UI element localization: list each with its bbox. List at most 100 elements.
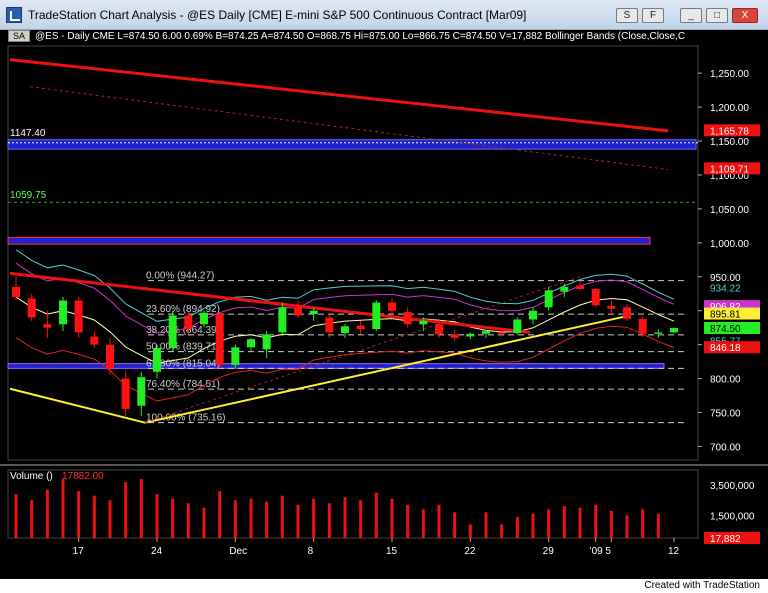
date-tick-label: '09 xyxy=(590,546,603,557)
candle-body xyxy=(59,300,67,325)
symbol-box[interactable]: SA xyxy=(8,30,30,42)
upper-band-level-label: 1147.40 xyxy=(10,128,46,139)
volume-bar xyxy=(453,512,457,538)
volume-indicator-label: Volume () xyxy=(10,471,53,482)
candle-body xyxy=(200,312,208,325)
candle-body xyxy=(309,310,318,315)
tradestation-app-icon xyxy=(6,7,22,23)
date-tick-label: 8 xyxy=(308,546,314,557)
price-chart-svg[interactable]: 0.00% (944.27)23.60% (894.92)38.20% (864… xyxy=(0,30,768,579)
fib-level-label: 38.20% (864.39) xyxy=(146,325,220,336)
price-tick-label: 1,200.00 xyxy=(710,103,749,114)
volume-bar xyxy=(421,509,425,538)
close-button[interactable]: X xyxy=(732,8,758,23)
date-axis: 17 24 Dec 8 15 22 29 '09 5 12 xyxy=(73,538,680,557)
candle-body xyxy=(121,378,130,410)
window-title: TradeStation Chart Analysis - @ES Daily … xyxy=(28,8,527,22)
volume-bar xyxy=(468,524,472,538)
price-tick-label: 700.00 xyxy=(710,442,741,453)
level-1000-band xyxy=(7,236,651,245)
volume-bar xyxy=(343,497,347,538)
price-tag-label: 1,109.71 xyxy=(710,164,749,175)
maximize-button[interactable]: □ xyxy=(706,8,728,23)
volume-bar xyxy=(124,482,128,538)
date-tick-label: 15 xyxy=(386,546,398,557)
date-tick-label: 17 xyxy=(73,546,85,557)
volume-bar xyxy=(515,516,519,538)
volume-bar xyxy=(359,500,363,538)
price-tick-label: 800.00 xyxy=(710,375,741,386)
candle-body xyxy=(654,332,663,334)
candle-body xyxy=(388,302,396,311)
volume-bar xyxy=(390,498,394,538)
price-tick-label: 1,250.00 xyxy=(710,69,749,80)
format-button[interactable]: F xyxy=(642,8,664,23)
volume-bar xyxy=(14,494,18,538)
symbol-link-button[interactable]: S xyxy=(616,8,638,23)
volume-bar xyxy=(45,489,49,538)
candle-body xyxy=(623,307,631,319)
chart-area[interactable]: 0.00% (944.27) 23.60% (894.92) 38.20% (864… xyxy=(0,30,768,579)
candle-body xyxy=(576,285,584,289)
volume-bar xyxy=(202,507,206,538)
volume-bar xyxy=(500,524,504,538)
volume-tick-label: 1,500,000 xyxy=(710,511,755,522)
candle-body xyxy=(670,327,678,333)
volume-bar xyxy=(233,500,237,538)
volume-bar xyxy=(641,509,645,538)
mid-level-label: 1059.75 xyxy=(10,190,47,201)
volume-bar xyxy=(562,506,566,538)
volume-bar xyxy=(327,503,331,538)
fib-level-label: 0.00% (944.27) xyxy=(146,271,214,282)
candle-body xyxy=(466,333,475,337)
date-tick-label: 29 xyxy=(543,546,555,557)
title-bar[interactable]: TradeStation Chart Analysis - @ES Daily … xyxy=(0,0,768,30)
candle-body xyxy=(137,377,146,406)
volume-bar xyxy=(578,507,582,538)
candle-body xyxy=(356,325,365,330)
volume-bar xyxy=(61,479,65,538)
candle-body xyxy=(607,305,616,309)
volume-bar xyxy=(77,491,81,538)
candle-body xyxy=(153,348,161,372)
candle-body xyxy=(341,326,349,334)
volume-bar xyxy=(92,495,96,538)
volume-bar xyxy=(374,492,378,538)
candle-body xyxy=(294,307,302,316)
candle-body xyxy=(184,315,193,330)
created-with-label: Created with TradeStation xyxy=(644,580,760,591)
candle-body xyxy=(27,298,36,318)
date-tick-label: 5 xyxy=(605,546,611,557)
candle-body xyxy=(482,331,490,334)
volume-bar xyxy=(656,513,660,538)
price-axis: 1,250.001,200.001,150.001,100.001,050.00… xyxy=(698,69,760,453)
candle-body xyxy=(403,312,412,325)
price-tick-label: 1,050.00 xyxy=(710,205,749,216)
candle-body xyxy=(419,320,428,325)
volume-bar xyxy=(186,503,190,538)
minimize-button[interactable]: _ xyxy=(680,8,702,23)
candle-body xyxy=(278,307,287,333)
candle-body xyxy=(450,334,459,338)
candle-body xyxy=(231,347,240,365)
volume-last-tag-label: 17,882 xyxy=(710,534,741,545)
date-tick-label: 12 xyxy=(668,546,680,557)
candle-body xyxy=(90,336,99,345)
price-tag-label: 934.22 xyxy=(710,283,741,294)
status-line: @ES - Daily CME L=874.50 6.00 0.69% B=87… xyxy=(35,31,686,42)
volume-bar xyxy=(594,504,598,538)
volume-bar xyxy=(108,500,112,538)
volume-bar xyxy=(30,500,34,538)
date-tick-label: 24 xyxy=(151,546,163,557)
price-tick-label: 1,150.00 xyxy=(710,137,749,148)
volume-bar xyxy=(265,501,269,538)
volume-bar xyxy=(531,513,535,538)
candle-body xyxy=(247,339,255,348)
candle-body xyxy=(168,315,177,349)
volume-bar xyxy=(155,494,159,538)
volume-bar xyxy=(171,498,175,538)
volume-bar xyxy=(437,504,441,538)
volume-bar xyxy=(547,509,551,538)
date-tick-label: Dec xyxy=(229,546,247,557)
candle-body xyxy=(325,317,334,333)
